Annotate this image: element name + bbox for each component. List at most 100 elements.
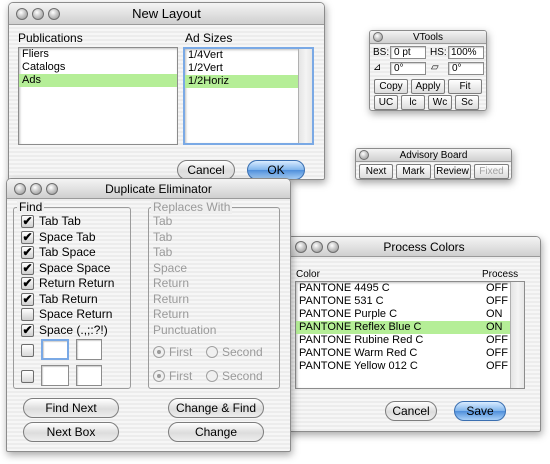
process-colors-window: Process Colors Color Process PANTONE 449… <box>287 236 541 432</box>
vtools-titlebar: VTools <box>370 31 486 44</box>
close-window-icon[interactable] <box>295 241 307 253</box>
checkmark-icon: ✔ <box>22 214 33 228</box>
checkmark-icon: ✔ <box>22 245 33 259</box>
lowercase-button[interactable]: lc <box>401 95 425 110</box>
publications-list[interactable]: Fliers Catalogs Ads <box>18 47 178 145</box>
fit-button[interactable]: Fit <box>448 79 482 94</box>
zoom-window-icon[interactable] <box>46 183 58 195</box>
custom-find-field-4[interactable] <box>76 365 102 386</box>
new-layout-titlebar: New Layout <box>9 3 324 25</box>
publications-label: Publications <box>18 31 83 45</box>
save-button[interactable]: Save <box>454 401 506 421</box>
word-case-button[interactable]: Wc <box>428 95 452 110</box>
hs-field[interactable]: 100% <box>448 46 484 59</box>
find-option-checkbox[interactable] <box>21 308 34 321</box>
table-row[interactable]: PANTONE Warm Red C OFF <box>296 347 510 360</box>
list-item-selected[interactable]: 1/2Horiz <box>185 75 298 88</box>
fixed-button: Fixed <box>474 164 509 179</box>
find-option-checkbox[interactable]: ✔ <box>21 277 34 290</box>
apply-button[interactable]: Apply <box>411 79 445 94</box>
custom-find-field-3[interactable] <box>41 365 69 386</box>
second-radio <box>206 346 218 358</box>
list-item[interactable]: Fliers <box>19 48 177 61</box>
next-box-button[interactable]: Next Box <box>23 422 119 442</box>
bs-field[interactable]: 0 pt <box>390 46 426 59</box>
replacement-label: Space <box>153 260 188 275</box>
advisory-board-titlebar: Advisory Board <box>356 149 511 162</box>
hs-label: HS: <box>430 47 447 58</box>
find-option-checkbox[interactable]: ✔ <box>21 323 34 337</box>
close-window-icon[interactable] <box>16 8 28 20</box>
custom-find-checkbox[interactable] <box>21 370 34 383</box>
custom-find-field-1[interactable] <box>41 339 69 360</box>
find-option-label: Space Tab <box>39 229 96 244</box>
skew-icon: ▱ <box>431 62 439 73</box>
vtools-palette: VTools BS: 0 pt HS: 100% ⊿ 0° ▱ 0° Copy … <box>369 30 487 111</box>
close-window-icon[interactable] <box>14 183 26 195</box>
find-option-checkbox[interactable]: ✔ <box>21 261 34 275</box>
checkmark-icon: ✔ <box>22 229 33 244</box>
table-row[interactable]: PANTONE Reflex Blue C ON <box>296 321 510 334</box>
cancel-button[interactable]: Cancel <box>385 401 437 421</box>
angle-icon: ⊿ <box>373 62 382 73</box>
replacement-label: Return <box>153 276 190 290</box>
list-item[interactable]: 1/4Vert <box>185 49 312 62</box>
replacement-label: Return <box>153 307 190 321</box>
checkmark-icon: ✔ <box>22 291 33 306</box>
review-button[interactable]: Review <box>434 164 471 179</box>
next-button[interactable]: Next <box>359 164 393 179</box>
list-item[interactable]: Catalogs <box>19 61 177 74</box>
first-label: First <box>169 369 193 383</box>
mark-button[interactable]: Mark <box>396 164 431 179</box>
find-option-label: Space Return <box>39 307 113 321</box>
zoom-window-icon[interactable] <box>327 241 339 253</box>
vertical-scrollbar[interactable] <box>298 49 312 143</box>
replacement-label: Tab <box>153 229 173 244</box>
advisory-board-palette: Advisory Board Next Mark Review Fixed <box>355 148 512 180</box>
minimize-window-icon[interactable] <box>32 8 44 20</box>
cancel-button[interactable]: Cancel <box>177 160 235 179</box>
table-row[interactable]: PANTONE Purple C ON <box>296 308 510 321</box>
ad-sizes-list[interactable]: 1/4Vert 1/2Vert 1/2Horiz <box>183 47 314 145</box>
replacement-label: Punctuation <box>153 322 217 337</box>
find-option-checkbox[interactable]: ✔ <box>21 215 34 228</box>
minimize-window-icon[interactable] <box>311 241 323 253</box>
copy-button[interactable]: Copy <box>374 79 408 94</box>
color-name-cell: PANTONE 4495 C <box>299 282 390 294</box>
second-label: Second <box>222 369 263 383</box>
skew-field[interactable]: 0° <box>448 62 484 75</box>
process-colors-list[interactable]: PANTONE 4495 C OFF PANTONE 531 C OFF PANTONE… <box>295 281 525 389</box>
first-radio <box>153 370 165 382</box>
find-option-checkbox[interactable]: ✔ <box>21 246 34 259</box>
sentence-case-button[interactable]: Sc <box>455 95 479 110</box>
change-and-find-button[interactable]: Change & Find <box>168 398 264 418</box>
table-row[interactable]: PANTONE Rubine Red C OFF <box>296 334 510 347</box>
zoom-window-icon[interactable] <box>48 8 60 20</box>
palette-title: VTools <box>412 32 443 43</box>
first-radio <box>153 346 165 358</box>
find-option-label: Space (.,;:?!) <box>39 322 108 337</box>
table-row[interactable]: PANTONE 531 C OFF <box>296 295 510 308</box>
list-item-selected[interactable]: Ads <box>19 74 177 87</box>
angle-field[interactable]: 0° <box>390 62 426 75</box>
second-radio <box>206 370 218 382</box>
process-cell: ON <box>486 308 503 320</box>
find-option-checkbox[interactable]: ✔ <box>21 291 34 306</box>
first-label: First <box>169 345 193 359</box>
custom-find-checkbox[interactable] <box>21 344 34 357</box>
find-option-label: Tab Tab <box>39 214 81 228</box>
table-row[interactable]: PANTONE Yellow 012 C OFF <box>296 360 510 373</box>
change-button[interactable]: Change <box>168 422 264 442</box>
uppercase-button[interactable]: UC <box>374 95 398 110</box>
vertical-scrollbar[interactable] <box>510 282 524 388</box>
find-next-button[interactable]: Find Next <box>23 398 119 418</box>
table-row[interactable]: PANTONE 4495 C OFF <box>296 282 510 295</box>
minimize-window-icon[interactable] <box>30 183 42 195</box>
list-item[interactable]: 1/2Vert <box>185 62 312 75</box>
ok-button[interactable]: OK <box>247 160 305 179</box>
custom-find-field-2[interactable] <box>76 339 102 360</box>
close-palette-icon[interactable] <box>373 32 383 42</box>
close-palette-icon[interactable] <box>359 150 369 160</box>
find-option-checkbox[interactable]: ✔ <box>21 229 34 244</box>
color-name-cell: PANTONE Reflex Blue C <box>299 321 422 333</box>
